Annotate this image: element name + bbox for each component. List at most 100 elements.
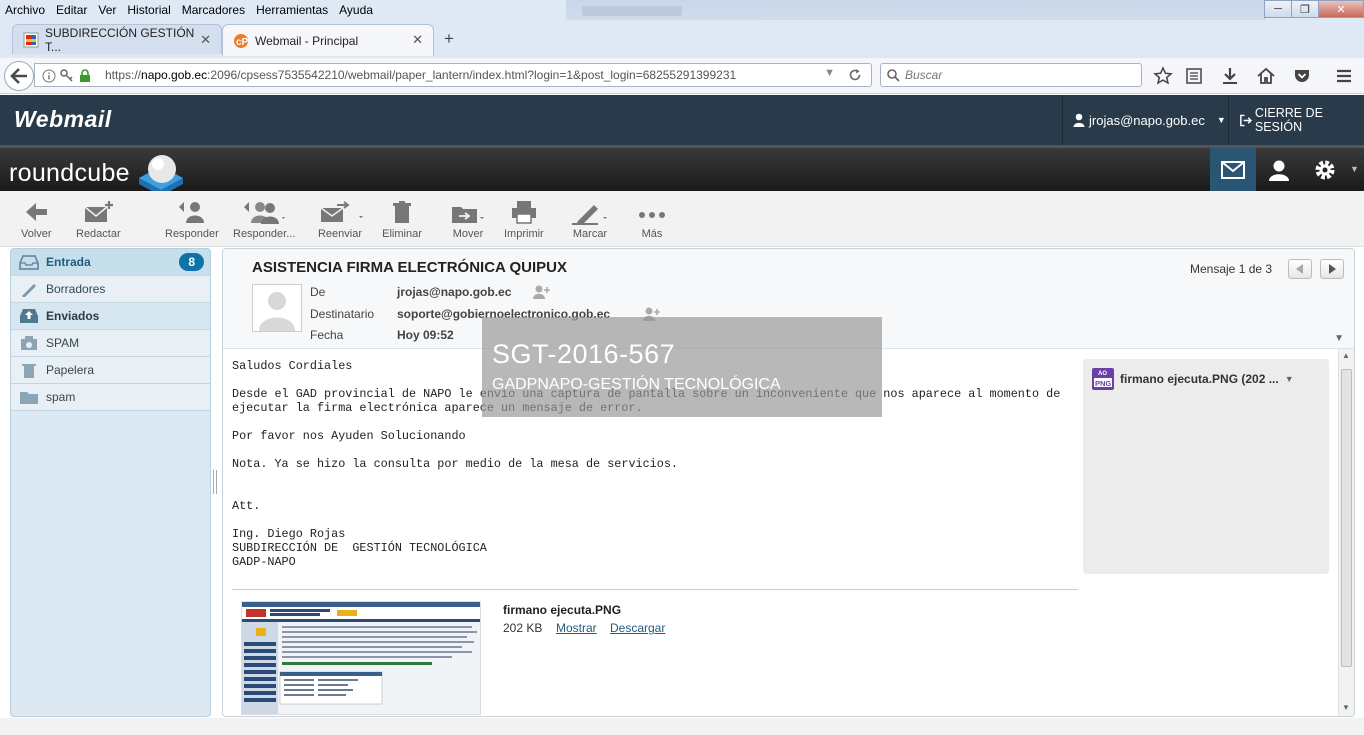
back-arrow-icon — [10, 68, 27, 84]
caret-down-icon[interactable]: ▼ — [1350, 164, 1359, 174]
toggle-headers-icon[interactable]: ▼ — [1334, 333, 1344, 344]
png-file-icon: PNG AO — [1092, 368, 1114, 390]
pane-splitter[interactable] — [213, 470, 217, 494]
attachment-list-item[interactable]: PNG AO firmano ejecuta.PNG (202 ... ▼ — [1092, 368, 1294, 390]
url-dropdown-icon[interactable]: ▼ — [824, 67, 835, 79]
folder-drafts[interactable]: Borradores — [11, 276, 210, 303]
trash-icon — [22, 364, 36, 378]
folder-trash[interactable]: Papelera — [11, 357, 210, 384]
key-icon[interactable] — [60, 69, 74, 83]
menu-ver[interactable]: Ver — [93, 3, 122, 17]
sent-icon — [20, 309, 38, 323]
reply-all-button[interactable]: Responder... — [233, 199, 295, 240]
next-message-button[interactable] — [1320, 259, 1344, 279]
mark-button[interactable]: Marcar — [570, 199, 610, 240]
scroll-up-icon[interactable]: ▲ — [1342, 351, 1350, 360]
pocket-icon[interactable] — [1292, 66, 1312, 86]
lock-icon[interactable] — [79, 69, 91, 83]
contacts-icon — [1269, 160, 1289, 181]
back-button[interactable] — [4, 61, 34, 91]
contact-photo-icon — [259, 292, 295, 331]
more-button[interactable]: Más — [637, 199, 667, 240]
attachment-divider — [232, 589, 1078, 590]
reload-icon[interactable] — [848, 68, 862, 82]
folder-icon — [20, 392, 38, 404]
bookmark-star-icon[interactable] — [1153, 66, 1173, 86]
spam-icon — [21, 336, 37, 350]
trash-icon — [393, 201, 411, 223]
printer-icon — [511, 201, 536, 224]
svg-text:AO: AO — [1098, 371, 1107, 377]
folder-inbox[interactable]: Entrada 8 — [11, 249, 210, 276]
menu-herramientas[interactable]: Herramientas — [251, 3, 334, 17]
logout-button[interactable]: CIERRE DE SESIÓN — [1228, 95, 1364, 145]
tab-webmail[interactable]: cP Webmail - Principal ✕ — [222, 24, 434, 56]
from-label: De — [310, 285, 326, 299]
attachment-thumbnail[interactable] — [241, 601, 481, 715]
delete-button[interactable]: Eliminar — [382, 199, 422, 240]
message-scrollbar[interactable]: ▲ ▼ — [1338, 349, 1354, 716]
attachment-filename: firmano ejecuta.PNG — [503, 603, 622, 617]
date-label: Fecha — [310, 328, 344, 342]
show-attachment-link[interactable]: Mostrar — [556, 621, 597, 635]
previous-message-button[interactable] — [1288, 259, 1312, 279]
navigation-bar: https://napo.gob.ec:2096/cpsess753554221… — [0, 58, 1364, 94]
stamp-department: GADPNAPO-GESTIÓN TECNOLÓGICA — [492, 376, 781, 393]
user-menu[interactable]: jrojas@napo.gob.ec ▼ — [1062, 95, 1240, 145]
back-toolbar-button[interactable]: Volver — [21, 199, 52, 240]
menu-ayuda[interactable]: Ayuda — [334, 3, 379, 17]
minimize-button[interactable]: ─ — [1264, 0, 1292, 18]
site-favicon-icon — [23, 32, 39, 47]
scroll-down-icon[interactable]: ▼ — [1342, 703, 1350, 712]
address-bar[interactable]: https://napo.gob.ec:2096/cpsess753554221… — [34, 63, 872, 87]
arrow-left-icon — [26, 203, 48, 221]
menu-archivo[interactable]: Archivo — [0, 3, 51, 17]
cpanel-favicon-icon: cP — [234, 33, 249, 48]
menu-editar[interactable]: Editar — [51, 3, 93, 17]
close-tab-icon[interactable]: ✕ — [200, 32, 211, 48]
inbox-icon — [19, 255, 39, 270]
close-window-button[interactable]: ✕ — [1318, 0, 1364, 18]
nav-settings-button[interactable] — [1302, 148, 1348, 192]
webmail-logo[interactable]: Webmail — [14, 106, 112, 133]
maximize-button[interactable]: ❐ — [1291, 0, 1319, 18]
download-attachment-link[interactable]: Descargar — [610, 621, 665, 635]
logout-icon — [1240, 114, 1252, 126]
compose-button[interactable]: Redactar — [76, 199, 121, 240]
from-value[interactable]: jrojas@napo.gob.ec — [397, 285, 550, 299]
hamburger-menu-icon[interactable] — [1334, 66, 1354, 86]
url-text: https://napo.gob.ec:2096/cpsess753554221… — [105, 68, 737, 82]
reply-all-icon — [244, 202, 286, 224]
reply-button[interactable]: Responder — [165, 199, 219, 240]
home-icon[interactable] — [1256, 66, 1276, 86]
add-contact-icon[interactable] — [533, 285, 551, 299]
caret-down-icon[interactable]: ▼ — [1285, 374, 1294, 384]
menu-historial[interactable]: Historial — [122, 3, 176, 17]
move-button[interactable]: Mover — [449, 199, 487, 240]
unread-count-badge: 8 — [179, 253, 204, 271]
forward-button[interactable]: Reenviar — [315, 199, 365, 240]
info-icon[interactable] — [42, 69, 56, 83]
nav-contacts-button[interactable] — [1256, 148, 1302, 192]
nav-mail-button[interactable] — [1210, 148, 1256, 192]
mail-toolbar: Volver Redactar Responder Responder... R… — [0, 191, 1364, 247]
bookmarks-list-icon[interactable] — [1184, 66, 1204, 86]
download-icon[interactable] — [1220, 66, 1240, 86]
folder-sent[interactable]: Enviados — [11, 303, 210, 330]
print-button[interactable]: Imprimir — [504, 199, 544, 240]
new-tab-icon[interactable]: + — [444, 29, 454, 49]
close-tab-icon[interactable]: ✕ — [412, 32, 423, 48]
svg-text:cP: cP — [236, 37, 249, 48]
pencil-mark-icon — [572, 205, 607, 225]
date-value: Hoy 09:52 — [397, 328, 454, 342]
reply-icon — [178, 202, 204, 223]
menu-marcadores[interactable]: Marcadores — [177, 3, 251, 17]
scrollbar-thumb[interactable] — [1341, 369, 1352, 667]
more-dots-icon — [639, 212, 665, 218]
status-strip — [0, 718, 1364, 735]
folder-spam-upper[interactable]: SPAM — [11, 330, 210, 357]
search-input[interactable]: Buscar — [880, 63, 1142, 87]
roundcube-logo[interactable]: roundcube — [9, 159, 130, 188]
tab-subdireccion[interactable]: SUBDIRECCIÓN GESTIÓN T... ✕ — [12, 24, 222, 54]
folder-spam-lower[interactable]: spam — [11, 384, 210, 411]
